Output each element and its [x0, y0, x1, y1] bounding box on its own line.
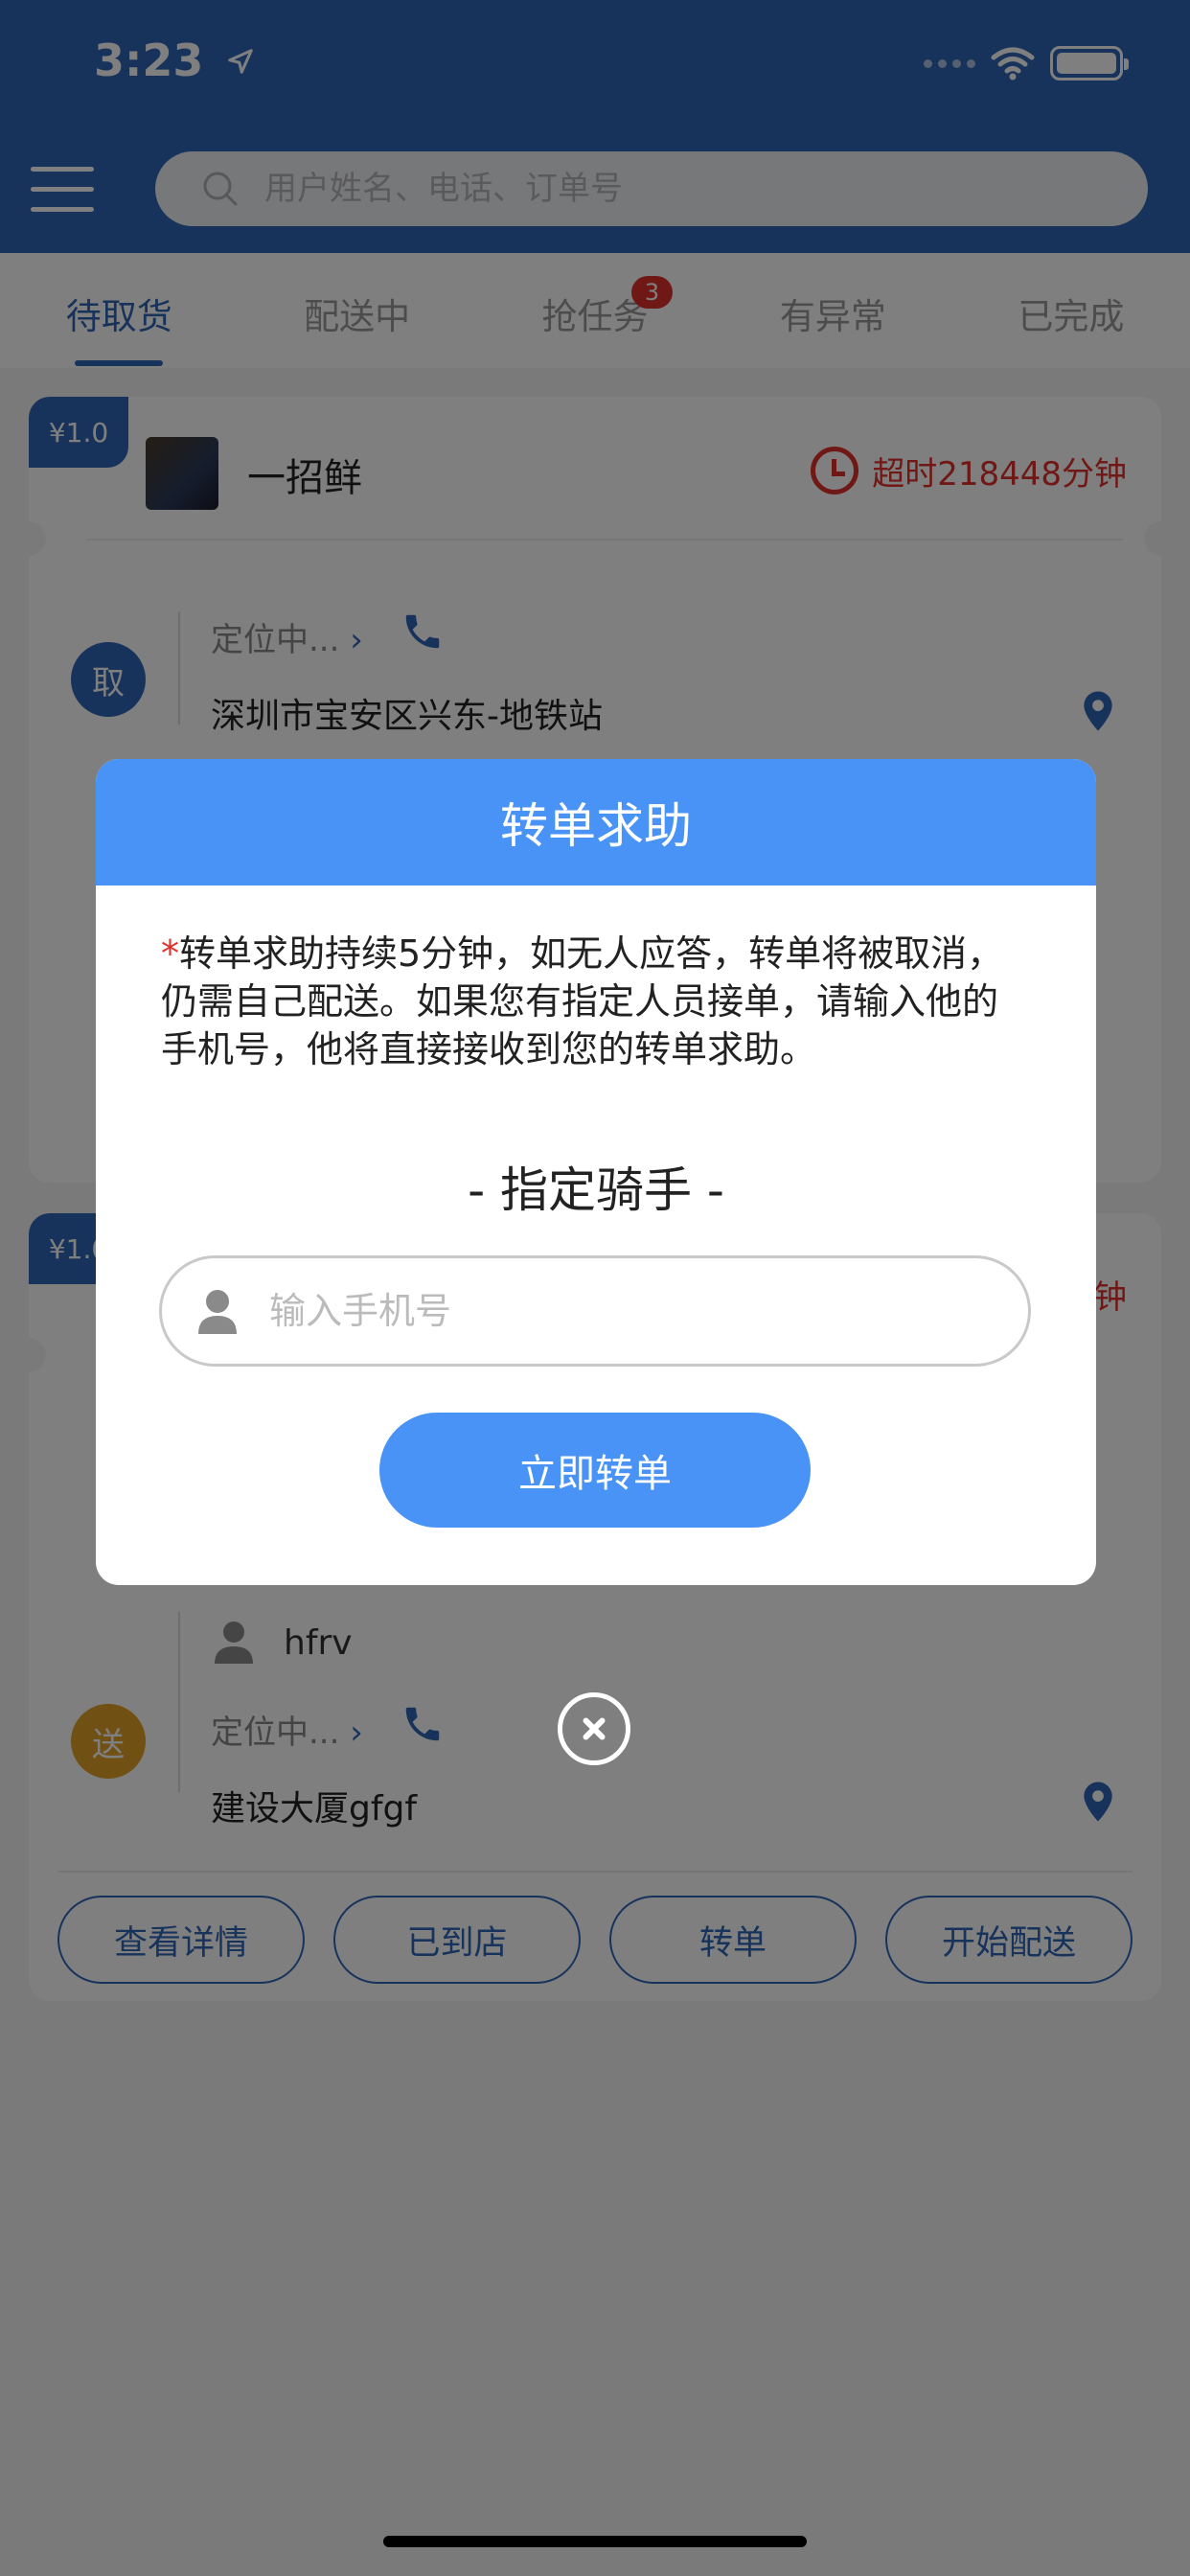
close-icon[interactable]	[558, 1692, 630, 1765]
transfer-help-dialog: 转单求助 *转单求助持续5分钟，如无人应答，转单将被取消，仍需自己配送。如果您有…	[96, 759, 1096, 1585]
rider-phone-input[interactable]	[269, 1290, 940, 1332]
rider-phone-field[interactable]	[159, 1255, 1031, 1367]
transfer-now-button[interactable]: 立即转单	[379, 1413, 811, 1528]
home-indicator	[383, 2536, 807, 2547]
assign-rider-heading: - 指定骑手 -	[468, 1162, 724, 1218]
user-icon	[198, 1290, 237, 1334]
required-mark: *	[161, 932, 179, 975]
dialog-message: *转单求助持续5分钟，如无人应答，转单将被取消，仍需自己配送。如果您有指定人员接…	[161, 932, 1004, 1070]
dialog-title: 转单求助	[96, 759, 1096, 886]
